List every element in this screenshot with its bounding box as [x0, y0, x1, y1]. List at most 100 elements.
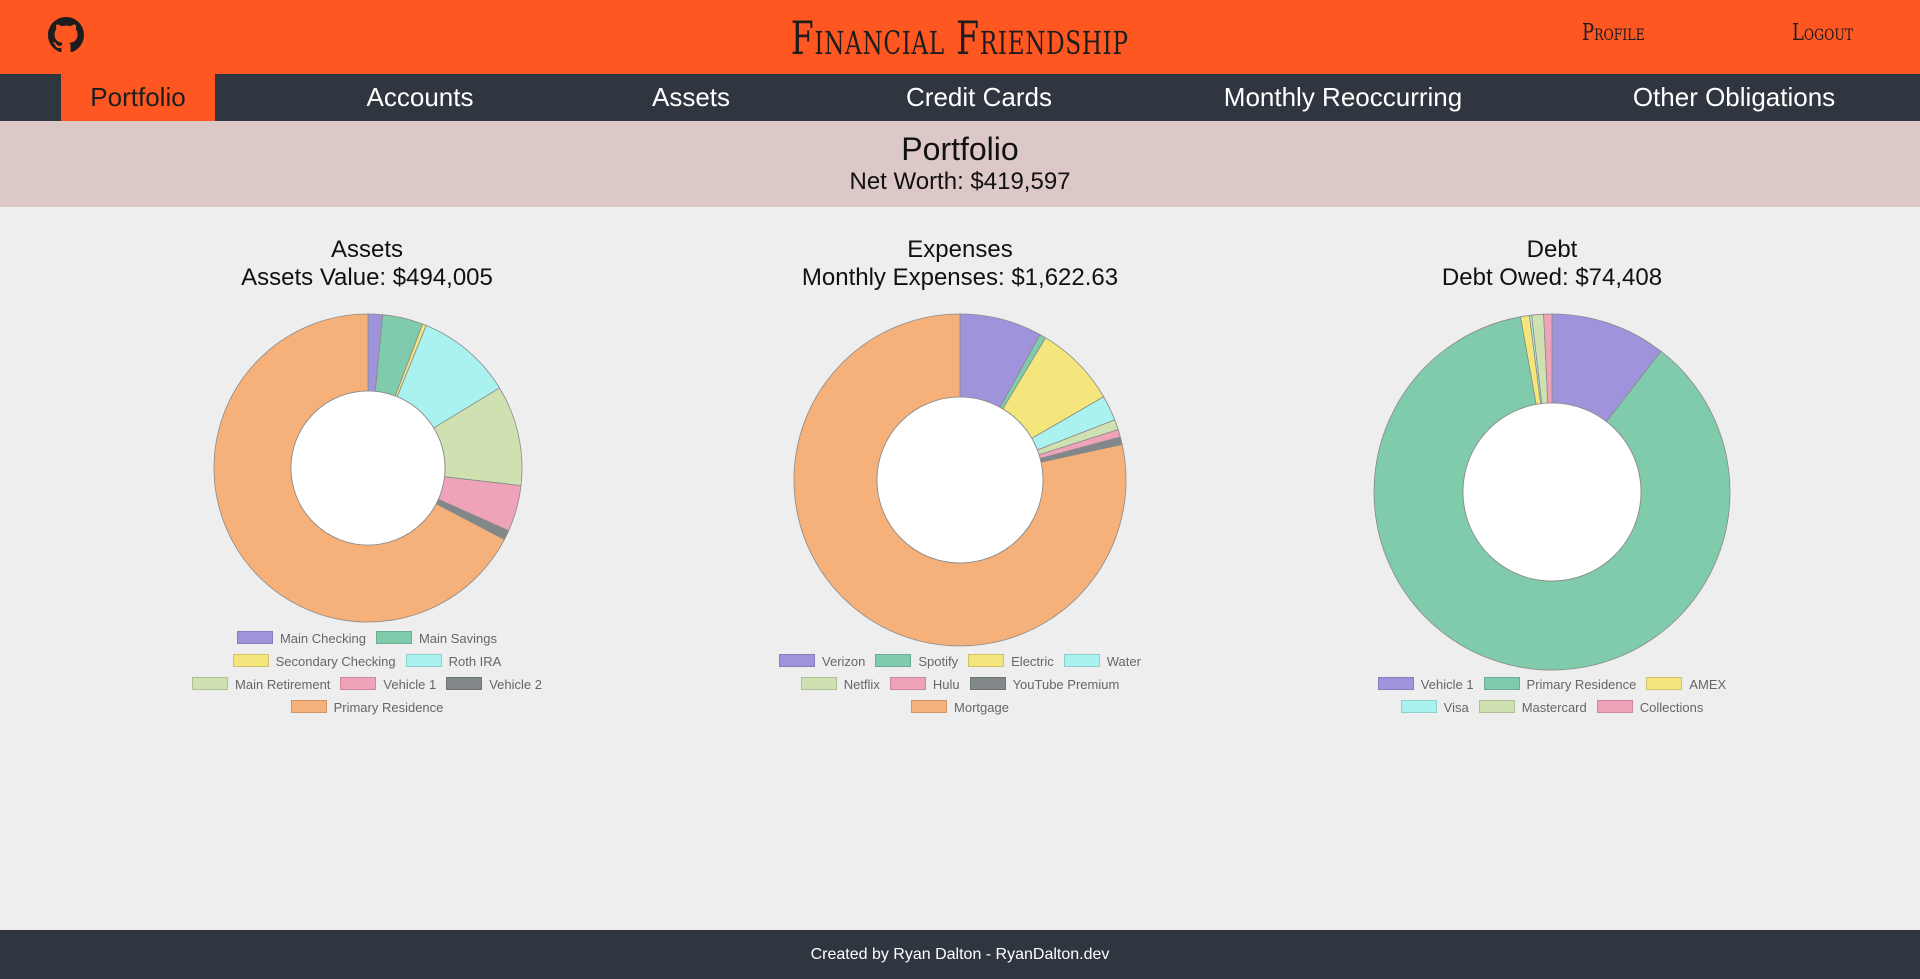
legend-item-main-retirement[interactable]: Main Retirement: [192, 673, 330, 696]
legend-swatch: [192, 677, 229, 690]
page-title: Portfolio: [901, 131, 1019, 167]
donut-hole: [876, 396, 1044, 564]
legend-label: Collections: [1639, 700, 1704, 715]
legend-item-visa[interactable]: Visa: [1400, 696, 1469, 719]
legend-swatch: [1063, 654, 1100, 667]
tab-other-obligations[interactable]: Other Obligations: [1620, 74, 1848, 121]
legend-swatch: [290, 700, 327, 713]
expenses-value: Monthly Expenses: $1,622.63: [801, 264, 1119, 291]
legend-item-primary-residence[interactable]: Primary Residence: [290, 696, 444, 719]
legend-swatch: [969, 677, 1006, 690]
legend-swatch: [911, 700, 948, 713]
legend-swatch: [232, 654, 269, 667]
legend-swatch: [236, 631, 273, 644]
tab-assets[interactable]: Assets: [620, 74, 762, 121]
legend-item-mastercard[interactable]: Mastercard: [1478, 696, 1587, 719]
legend-label: Visa: [1443, 700, 1469, 715]
legend-item-vehicle-2[interactable]: Vehicle 2: [446, 673, 542, 696]
legend-item-hulu[interactable]: Hulu: [889, 673, 960, 696]
legend-swatch: [340, 677, 377, 690]
tab-accounts[interactable]: Accounts: [340, 74, 500, 121]
assets-legend: Main Checking Main Savings Secondary Chec…: [137, 627, 597, 719]
assets-panel-header: Assets Assets Value: $494,005: [137, 236, 597, 292]
legend-item-mortgage[interactable]: Mortgage: [911, 696, 1009, 719]
debt-panel-header: Debt Debt Owed: $74,408: [1322, 236, 1782, 292]
footer-credit: Created by Ryan Dalton - RyanDalton.dev: [810, 946, 1110, 963]
legend-item-netflix[interactable]: Netflix: [800, 673, 880, 696]
portfolio-banner: Portfolio Net Worth: $419,597: [0, 121, 1920, 207]
legend-label: Main Savings: [418, 631, 498, 646]
tab-monthly-reoccurring[interactable]: Monthly Reoccurring: [1210, 74, 1476, 121]
footer: Created by Ryan Dalton - RyanDalton.dev: [0, 930, 1920, 979]
legend-swatch: [889, 677, 926, 690]
debt-value: Debt Owed: $74,408: [1441, 264, 1663, 291]
legend-label: Netflix: [843, 677, 880, 692]
expenses-legend: Verizon Spotify Electric Water Netflix Hulu Y…: [730, 650, 1190, 719]
legend-item-vehicle-1[interactable]: Vehicle 1: [1377, 673, 1474, 696]
legend-row: Mortgage: [730, 696, 1190, 719]
legend-swatch: [779, 654, 816, 667]
legend-swatch: [1377, 677, 1414, 690]
legend-label: Mastercard: [1521, 700, 1587, 715]
assets-value: Assets Value: $494,005: [241, 264, 493, 291]
legend-swatch: [405, 654, 442, 667]
expenses-panel-header: Expenses Monthly Expenses: $1,622.63: [730, 236, 1190, 292]
legend-label: Vehicle 1: [1420, 677, 1474, 692]
legend-swatch: [375, 631, 412, 644]
assets-title: Assets: [330, 236, 404, 263]
net-worth: Net Worth: $419,597: [849, 168, 1071, 195]
legend-swatch: [446, 677, 483, 690]
legend-row: Verizon Spotify Electric Water: [730, 650, 1190, 673]
assets-donut-chart: [213, 313, 523, 623]
legend-label: Roth IRA: [448, 654, 502, 669]
legend-swatch: [1646, 677, 1683, 690]
top-header: Financial Friendship Profile Logout: [0, 0, 1920, 74]
legend-item-verizon[interactable]: Verizon: [779, 650, 865, 673]
legend-label: Hulu: [932, 677, 960, 692]
legend-item-youtube-premium[interactable]: YouTube Premium: [969, 673, 1120, 696]
legend-swatch: [875, 654, 912, 667]
legend-item-secondary-checking[interactable]: Secondary Checking: [232, 650, 396, 673]
legend-item-collections[interactable]: Collections: [1596, 696, 1704, 719]
legend-label: Mortgage: [954, 700, 1009, 715]
logout-link[interactable]: Logout: [1792, 20, 1853, 46]
legend-swatch: [968, 654, 1005, 667]
legend-swatch: [1596, 700, 1633, 713]
legend-row: Main Retirement Vehicle 1 Vehicle 2: [137, 673, 597, 696]
expenses-donut-chart: [793, 313, 1127, 647]
legend-label: Vehicle 1: [383, 677, 437, 692]
legend-label: Primary Residence: [333, 700, 444, 715]
expenses-title: Expenses: [907, 236, 1013, 263]
legend-item-electric[interactable]: Electric: [968, 650, 1054, 673]
donut-hole: [290, 390, 446, 546]
legend-item-spotify[interactable]: Spotify: [875, 650, 958, 673]
legend-label: Main Retirement: [235, 677, 331, 692]
legend-label: Vehicle 2: [489, 677, 542, 692]
profile-link[interactable]: Profile: [1582, 20, 1645, 46]
main-nav: Portfolio Accounts Assets Credit Cards M…: [0, 74, 1920, 121]
legend-item-water[interactable]: Water: [1063, 650, 1141, 673]
tab-credit-cards[interactable]: Credit Cards: [890, 74, 1068, 121]
legend-label: YouTube Premium: [1012, 677, 1120, 692]
debt-legend: Vehicle 1 Primary Residence AMEX Visa Maste…: [1322, 673, 1782, 719]
legend-label: Spotify: [918, 654, 959, 669]
legend-label: Primary Residence: [1526, 677, 1637, 692]
legend-swatch: [1400, 700, 1437, 713]
legend-label: Electric: [1011, 654, 1054, 669]
legend-row: Vehicle 1 Primary Residence AMEX: [1322, 673, 1782, 696]
legend-item-primary-residence[interactable]: Primary Residence: [1483, 673, 1637, 696]
donut-hole: [1462, 402, 1642, 582]
legend-item-main-savings[interactable]: Main Savings: [375, 627, 498, 650]
legend-row: Visa Mastercard Collections: [1322, 696, 1782, 719]
legend-swatch: [800, 677, 837, 690]
legend-swatch: [1483, 677, 1520, 690]
legend-label: Verizon: [822, 654, 866, 669]
legend-label: Water: [1106, 654, 1141, 669]
legend-item-amex[interactable]: AMEX: [1646, 673, 1726, 696]
legend-item-main-checking[interactable]: Main Checking: [236, 627, 366, 650]
legend-item-roth-ira[interactable]: Roth IRA: [405, 650, 502, 673]
legend-item-vehicle-1[interactable]: Vehicle 1: [340, 673, 436, 696]
tab-portfolio[interactable]: Portfolio: [61, 74, 215, 121]
debt-donut-chart: [1373, 313, 1731, 671]
legend-label: AMEX: [1689, 677, 1727, 692]
